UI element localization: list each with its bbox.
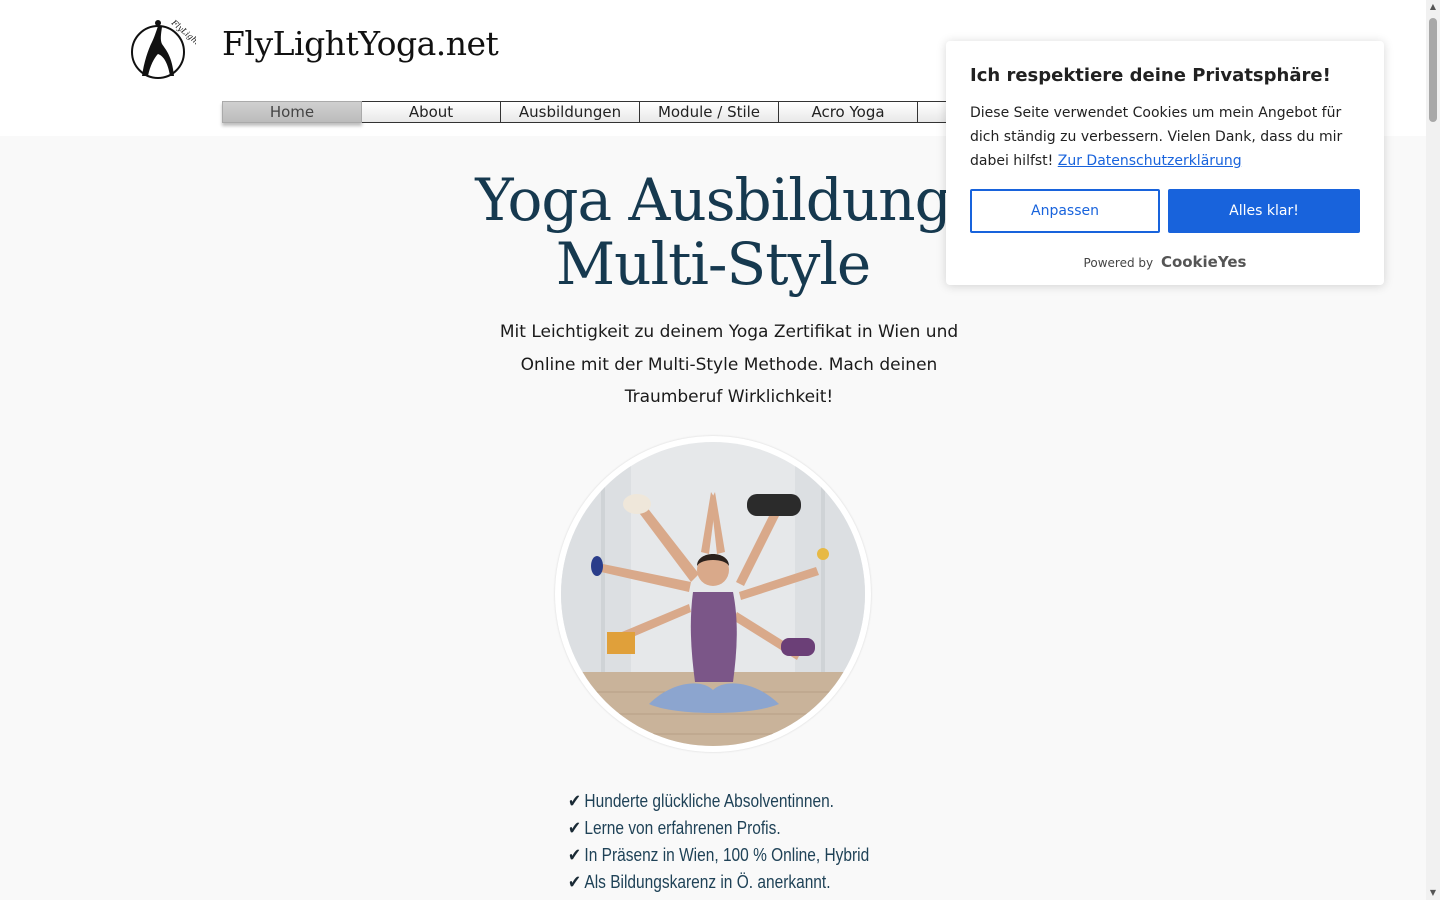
customize-button[interactable]: Anpassen: [970, 189, 1160, 233]
nav-item-about[interactable]: About: [362, 101, 501, 123]
scroll-up-arrow-icon[interactable]: ▲: [1426, 0, 1440, 14]
nav-item-ausbildungen[interactable]: Ausbildungen: [501, 101, 640, 123]
scroll-thumb[interactable]: [1429, 18, 1437, 122]
scroll-down-arrow-icon[interactable]: ▼: [1426, 886, 1440, 900]
hero-subtitle: Mit Leichtigkeit zu deinem Yoga Zertifik…: [499, 322, 959, 407]
hero-title: Yoga Ausbildung Multi-Style: [430, 168, 996, 296]
page-scrollbar[interactable]: ▲ ▼: [1426, 0, 1440, 900]
nav-item-module-stile[interactable]: Module / Stile: [640, 101, 779, 123]
cookie-consent-dialog: Ich respektiere deine Privatsphäre! Dies…: [946, 41, 1384, 285]
nav-item-home[interactable]: Home: [222, 101, 362, 123]
benefits-list: ✔ Hunderte glückliche Absolventinnen. ✔ Le…: [568, 788, 869, 896]
check-icon: ✔: [568, 791, 581, 811]
powered-by-label: Powered by: [1083, 256, 1154, 270]
yoga-teacher-photo: [561, 442, 865, 746]
check-icon: ✔: [568, 872, 581, 892]
benefit-item: ✔ In Präsenz in Wien, 100 % Online, Hybri…: [568, 845, 870, 865]
hero-title-line1: Yoga Ausbildung: [475, 166, 952, 234]
benefit-item: ✔ Als Bildungskarenz in Ö. anerkannt.: [568, 872, 831, 892]
site-title[interactable]: FlyLightYoga.net: [222, 24, 499, 63]
hero-title-line2: Multi-Style: [555, 230, 871, 298]
check-icon: ✔: [568, 818, 581, 838]
check-icon: ✔: [568, 845, 581, 865]
benefit-item: ✔ Lerne von erfahrenen Profis.: [568, 818, 781, 838]
accept-button[interactable]: Alles klar!: [1168, 189, 1360, 233]
logo-text: FlyLight Yoga: [169, 18, 196, 62]
main-nav: Home About Ausbildungen Module / Stile A…: [222, 101, 958, 123]
cookie-title: Ich respektiere deine Privatsphäre!: [970, 65, 1331, 86]
nav-item-acro-yoga[interactable]: Acro Yoga: [779, 101, 918, 123]
benefit-item: ✔ Hunderte glückliche Absolventinnen.: [568, 791, 834, 811]
site-logo[interactable]: FlyLight Yoga: [128, 14, 218, 82]
cookie-text: Diese Seite verwendet Cookies um mein An…: [970, 101, 1362, 173]
powered-by: Powered by CookieYes: [946, 253, 1384, 271]
cookieyes-logo[interactable]: CookieYes: [1161, 253, 1247, 271]
hero-image: [555, 436, 871, 752]
privacy-policy-link[interactable]: Zur Datenschutzerklärung: [1058, 153, 1242, 169]
yoga-pose-logo-icon: FlyLight Yoga: [131, 18, 218, 79]
